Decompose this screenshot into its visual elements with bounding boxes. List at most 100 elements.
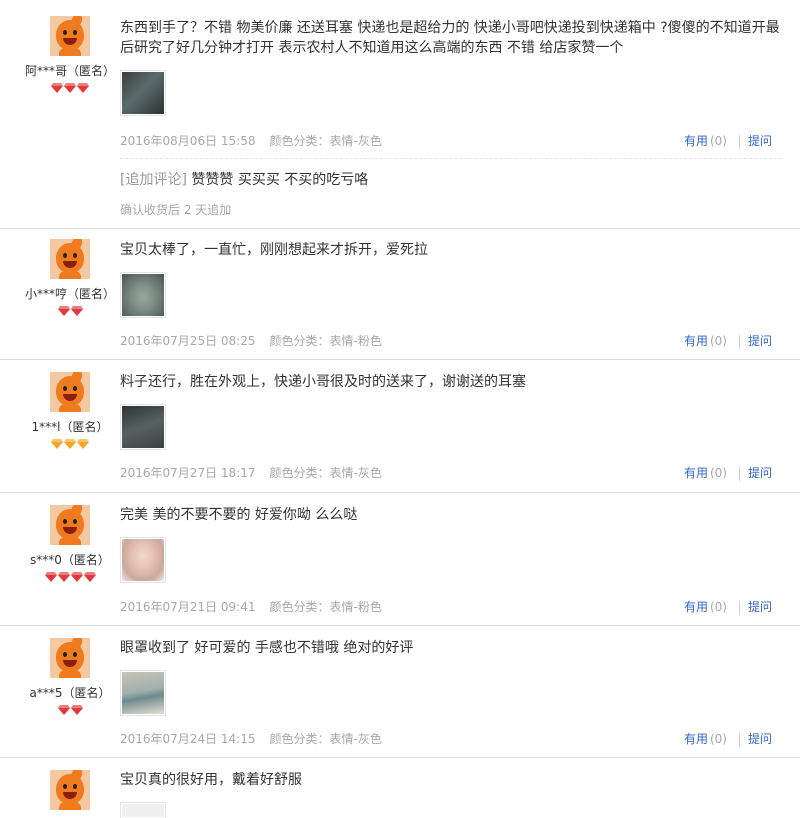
divider [738, 334, 740, 349]
rank-gem-icon [77, 439, 89, 449]
rank-gem-icon [77, 83, 89, 93]
review-photo-thumbnail[interactable] [120, 802, 166, 818]
ask-button[interactable]: 提问 [748, 732, 772, 746]
review-date: 2016年08月06日 15:58 [120, 134, 256, 148]
avatar[interactable] [50, 16, 90, 56]
useful-button[interactable]: 有用 [684, 334, 708, 348]
review-actions: 有用 (0) 提问 [684, 730, 772, 747]
rank-gem-icon [51, 83, 63, 93]
reviewer-name: 阿***哥（匿名） [24, 64, 115, 78]
review-item: 小***哼（匿名） 宝贝太棒了，一直忙，刚刚想起来才拆开，爱死拉 2016年07… [0, 229, 800, 360]
review-meta: 2016年07月27日 18:17 颜色分类：表情-灰色 [120, 464, 382, 481]
review-spec: 颜色分类：表情-灰色 [269, 134, 382, 148]
reviewer-name: 1***l（匿名） [31, 420, 109, 434]
rank-gem-icon [70, 705, 83, 715]
reviewer-info: 阿***哥（匿名） [0, 16, 140, 95]
rank-gem-icon [44, 572, 57, 582]
review-photo-thumbnail[interactable] [120, 404, 166, 450]
divider [738, 600, 740, 615]
ask-button[interactable]: 提问 [748, 334, 772, 348]
append-divider [120, 158, 782, 159]
reviewer-rank-icons [0, 83, 140, 95]
useful-count: (0) [709, 134, 727, 148]
review-photo-thumbnail[interactable] [120, 70, 166, 116]
reviewer-rank-icons [0, 306, 140, 318]
rank-gem-icon [70, 306, 83, 316]
review-photo-thumbnail[interactable] [120, 537, 166, 583]
rank-gem-icon [57, 306, 70, 316]
review-actions: 有用 (0) 提问 [684, 132, 772, 149]
reviewer-info: 1***l（匿名） [0, 372, 140, 451]
review-text: 料子还行，胜在外观上，快递小哥很及时的送来了，谢谢送的耳塞 [120, 374, 526, 390]
rank-gem-icon [70, 572, 83, 582]
useful-count: (0) [709, 600, 727, 614]
review-list: 阿***哥（匿名） 东西到手了？不错 物美价廉 还送耳塞 快递也是超给力的 快递… [0, 0, 800, 818]
reviewer-info: s***0（匿名） [0, 505, 140, 584]
divider [738, 134, 740, 149]
rank-gem-icon [83, 572, 96, 582]
reviewer-info: a***5（匿名） [0, 638, 140, 717]
divider [738, 732, 740, 747]
reviewer-rank-icons [0, 572, 140, 584]
reviewer-rank-icons [0, 439, 140, 451]
review-item: 宝贝真的很好用，戴着好舒服 [0, 758, 800, 818]
review-meta: 2016年07月24日 14:15 颜色分类：表情-灰色 [120, 730, 382, 747]
review-date: 2016年07月25日 08:25 [120, 334, 256, 348]
useful-button[interactable]: 有用 [684, 732, 708, 746]
review-actions: 有用 (0) 提问 [684, 464, 772, 481]
review-text: 宝贝真的很好用，戴着好舒服 [120, 772, 302, 788]
avatar[interactable] [50, 239, 90, 279]
review-item: 阿***哥（匿名） 东西到手了？不错 物美价廉 还送耳塞 快递也是超给力的 快递… [0, 0, 800, 229]
review-date: 2016年07月24日 14:15 [120, 732, 256, 746]
avatar[interactable] [50, 372, 90, 412]
append-text: 赞赞赞 买买买 不买的吃亏咯 [191, 172, 369, 188]
review-date: 2016年07月27日 18:17 [120, 466, 256, 480]
review-item: a***5（匿名） 眼罩收到了 好可爱的 手感也不错哦 绝对的好评 2016年0… [0, 626, 800, 758]
review-photo-thumbnail[interactable] [120, 670, 166, 716]
reviewer-name: s***0（匿名） [30, 553, 110, 567]
rank-gem-icon [57, 572, 70, 582]
reviewer-info: 小***哼（匿名） [0, 239, 140, 318]
review-spec: 颜色分类：表情-灰色 [269, 466, 382, 480]
ask-button[interactable]: 提问 [748, 600, 772, 614]
ask-button[interactable]: 提问 [748, 466, 772, 480]
review-text: 宝贝太棒了，一直忙，刚刚想起来才拆开，爱死拉 [120, 242, 428, 258]
useful-button[interactable]: 有用 [684, 134, 708, 148]
append-time: 确认收货后 2 天追加 [120, 203, 232, 217]
review-item: s***0（匿名） 完美 美的不要不要的 好爱你呦 么么哒 2016年07月21… [0, 493, 800, 626]
avatar[interactable] [50, 638, 90, 678]
reviewer-info [0, 770, 140, 810]
review-actions: 有用 (0) 提问 [684, 332, 772, 349]
rank-gem-icon [57, 705, 70, 715]
review-spec: 颜色分类：表情-粉色 [269, 600, 382, 614]
reviewer-rank-icons [0, 705, 140, 717]
useful-count: (0) [709, 466, 727, 480]
review-spec: 颜色分类：表情-灰色 [269, 732, 382, 746]
rank-gem-icon [64, 83, 76, 93]
useful-count: (0) [709, 334, 727, 348]
review-text: 东西到手了？不错 物美价廉 还送耳塞 快递也是超给力的 快递小哥吧快递投到快递箱… [120, 20, 780, 56]
append-tag: [追加评论] [120, 172, 187, 188]
rank-gem-icon [64, 439, 76, 449]
rank-gem-icon [51, 439, 63, 449]
useful-button[interactable]: 有用 [684, 600, 708, 614]
divider [738, 466, 740, 481]
useful-count: (0) [709, 732, 727, 746]
useful-button[interactable]: 有用 [684, 466, 708, 480]
avatar[interactable] [50, 505, 90, 545]
avatar[interactable] [50, 770, 90, 810]
review-text: 眼罩收到了 好可爱的 手感也不错哦 绝对的好评 [120, 640, 414, 656]
review-actions: 有用 (0) 提问 [684, 598, 772, 615]
append-comment: [追加评论] 赞赞赞 买买买 不买的吃亏咯 [120, 169, 368, 189]
review-meta: 2016年07月25日 08:25 颜色分类：表情-粉色 [120, 332, 382, 349]
ask-button[interactable]: 提问 [748, 134, 772, 148]
review-date: 2016年07月21日 09:41 [120, 600, 256, 614]
review-text: 完美 美的不要不要的 好爱你呦 么么哒 [120, 507, 358, 523]
review-meta: 2016年08月06日 15:58 颜色分类：表情-灰色 [120, 132, 382, 149]
reviewer-name: 小***哼（匿名） [24, 287, 115, 301]
review-item: 1***l（匿名） 料子还行，胜在外观上，快递小哥很及时的送来了，谢谢送的耳塞 … [0, 360, 800, 493]
reviewer-name: a***5（匿名） [29, 686, 111, 700]
review-photo-thumbnail[interactable] [120, 272, 166, 318]
review-spec: 颜色分类：表情-粉色 [269, 334, 382, 348]
review-meta: 2016年07月21日 09:41 颜色分类：表情-粉色 [120, 598, 382, 615]
